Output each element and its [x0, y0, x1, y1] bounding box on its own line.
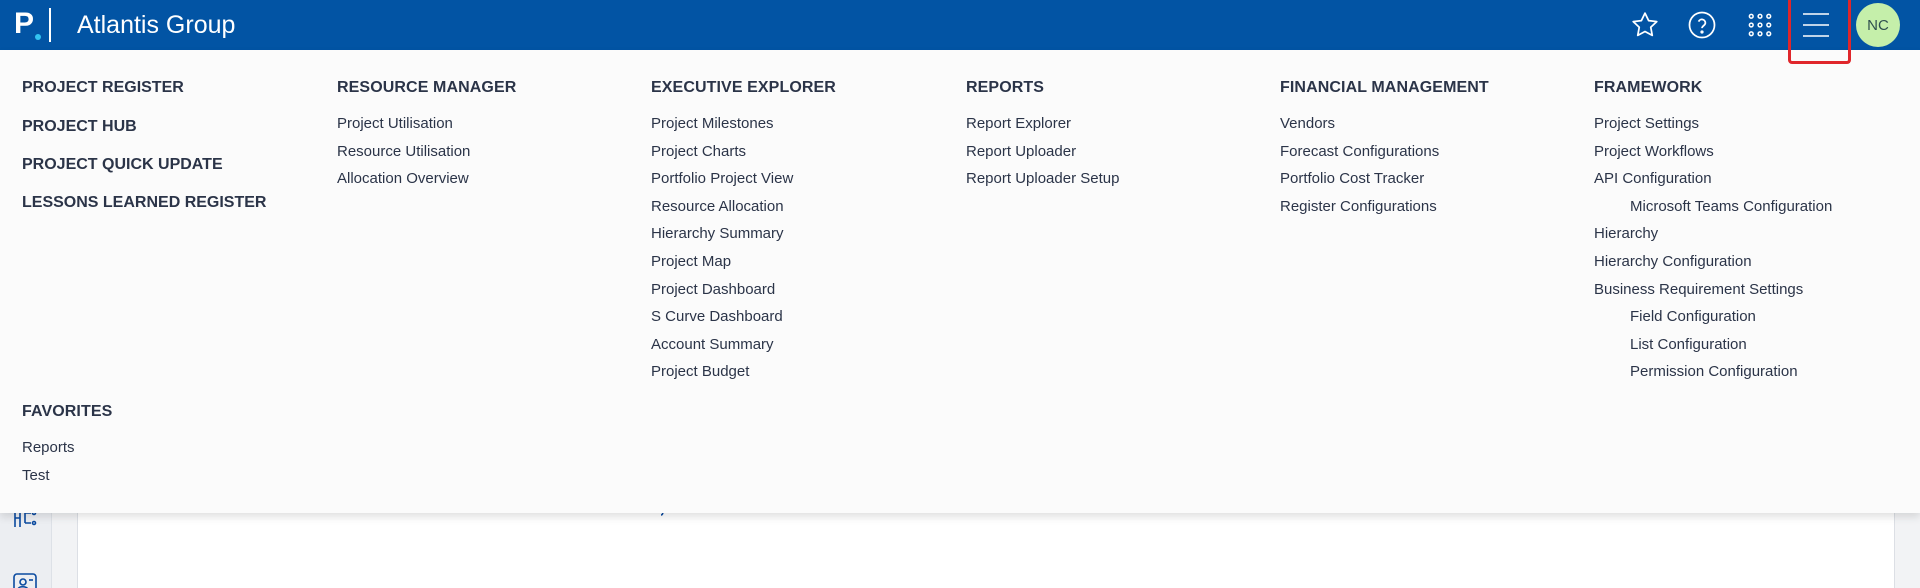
- menu-item-permission-configuration[interactable]: Permission Configuration: [1594, 362, 1832, 390]
- menu-item-project-dashboard[interactable]: Project Dashboard: [651, 280, 836, 308]
- menu-item-project-utilisation[interactable]: Project Utilisation: [337, 114, 516, 142]
- menu-column-framework: FRAMEWORK Project Settings Project Workf…: [1594, 78, 1832, 390]
- menu-item-project-budget[interactable]: Project Budget: [651, 362, 836, 390]
- menu-column-resource-manager: RESOURCE MANAGER Project Utilisation Res…: [337, 78, 516, 197]
- menu-item-report-uploader[interactable]: Report Uploader: [966, 142, 1119, 170]
- menu-item-business-requirement-settings[interactable]: Business Requirement Settings: [1594, 280, 1832, 308]
- menu-item-project-map[interactable]: Project Map: [651, 252, 836, 280]
- menu-heading-favorites: FAVORITES: [22, 403, 113, 420]
- help-icon[interactable]: [1684, 7, 1720, 43]
- menu-item-s-curve-dashboard[interactable]: S Curve Dashboard: [651, 307, 836, 335]
- menu-item-field-configuration[interactable]: Field Configuration: [1594, 307, 1832, 335]
- menu-item-resource-allocation[interactable]: Resource Allocation: [651, 197, 836, 225]
- menu-favorites: FAVORITES Reports Test: [22, 402, 112, 493]
- star-icon[interactable]: [1627, 7, 1663, 43]
- menu-lessons-learned-register[interactable]: LESSONS LEARNED REGISTER: [22, 193, 266, 213]
- menu-item-list-configuration[interactable]: List Configuration: [1594, 335, 1832, 363]
- menu-item-microsoft-teams-configuration[interactable]: Microsoft Teams Configuration: [1594, 197, 1832, 225]
- menu-item-report-uploader-setup[interactable]: Report Uploader Setup: [966, 169, 1119, 197]
- menu-item-project-settings[interactable]: Project Settings: [1594, 114, 1832, 142]
- menu-item-hierarchy-summary[interactable]: Hierarchy Summary: [651, 224, 836, 252]
- menu-heading-framework[interactable]: FRAMEWORK: [1594, 78, 1832, 98]
- app-title: Atlantis Group: [77, 11, 236, 39]
- contact-card-icon[interactable]: [12, 570, 38, 588]
- logo-dot: [35, 34, 41, 40]
- menu-item-resource-utilisation[interactable]: Resource Utilisation: [337, 142, 516, 170]
- menu-column-executive-explorer: EXECUTIVE EXPLORER Project Milestones Pr…: [651, 78, 836, 390]
- menu-project-quick-update[interactable]: PROJECT QUICK UPDATE: [22, 155, 223, 175]
- menu-item-portfolio-project-view[interactable]: Portfolio Project View: [651, 169, 836, 197]
- favorite-item-test[interactable]: Test: [22, 466, 112, 494]
- app-logo[interactable]: P: [14, 5, 54, 43]
- menu-item-vendors[interactable]: Vendors: [1280, 114, 1489, 142]
- menu-item-allocation-overview[interactable]: Allocation Overview: [337, 169, 516, 197]
- menu-heading-resource-manager[interactable]: RESOURCE MANAGER: [337, 78, 516, 98]
- menu-item-project-charts[interactable]: Project Charts: [651, 142, 836, 170]
- menu-column-reports: REPORTS Report Explorer Report Uploader …: [966, 78, 1119, 197]
- menu-item-project-workflows[interactable]: Project Workflows: [1594, 142, 1832, 170]
- mega-menu: PROJECT REGISTER PROJECT HUB PROJECT QUI…: [0, 50, 1920, 513]
- menu-item-register-configurations[interactable]: Register Configurations: [1280, 197, 1489, 225]
- logo-letter: P: [14, 7, 35, 40]
- user-avatar[interactable]: NC: [1856, 3, 1900, 47]
- menu-button-highlight: [1788, 0, 1851, 64]
- menu-item-api-configuration[interactable]: API Configuration: [1594, 169, 1832, 197]
- menu-project-hub[interactable]: PROJECT HUB: [22, 117, 137, 137]
- apps-grid-icon[interactable]: [1742, 7, 1778, 43]
- top-bar: P Atlantis Group NC: [0, 0, 1920, 50]
- favorite-item-reports[interactable]: Reports: [22, 438, 112, 466]
- menu-heading-executive-explorer[interactable]: EXECUTIVE EXPLORER: [651, 78, 836, 98]
- menu-heading-financial-management[interactable]: FINANCIAL MANAGEMENT: [1280, 78, 1489, 98]
- logo-divider: [49, 8, 51, 42]
- menu-item-project-milestones[interactable]: Project Milestones: [651, 114, 836, 142]
- menu-column-financial-management: FINANCIAL MANAGEMENT Vendors Forecast Co…: [1280, 78, 1489, 224]
- menu-item-hierarchy[interactable]: Hierarchy: [1594, 224, 1832, 252]
- menu-project-register[interactable]: PROJECT REGISTER: [22, 78, 184, 98]
- menu-item-account-summary[interactable]: Account Summary: [651, 335, 836, 363]
- menu-item-hierarchy-configuration[interactable]: Hierarchy Configuration: [1594, 252, 1832, 280]
- menu-item-portfolio-cost-tracker[interactable]: Portfolio Cost Tracker: [1280, 169, 1489, 197]
- menu-item-report-explorer[interactable]: Report Explorer: [966, 114, 1119, 142]
- menu-heading-reports[interactable]: REPORTS: [966, 78, 1119, 98]
- menu-item-forecast-configurations[interactable]: Forecast Configurations: [1280, 142, 1489, 170]
